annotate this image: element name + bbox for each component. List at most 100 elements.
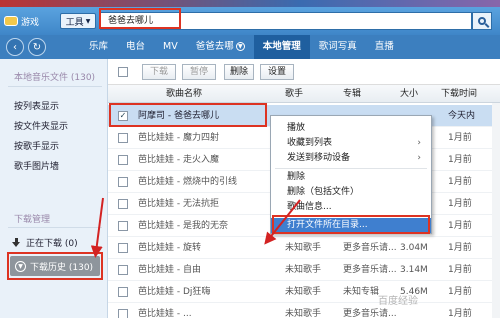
row-name: 芭比娃娃 - 走火入魔 [138, 155, 219, 165]
sidebar-item-by-folder[interactable]: 按文件夹显示 [14, 119, 68, 132]
table-header: 歌曲名称 歌手 专辑 大小 下载时间 [108, 85, 500, 103]
row-checkbox[interactable] [118, 155, 128, 165]
column-header-album[interactable]: 专辑 [343, 85, 361, 103]
tab-mv[interactable]: MV [154, 35, 187, 59]
downloading-label: 正在下载 (0) [26, 239, 78, 249]
menu-item-delete[interactable]: 删除 [271, 170, 431, 185]
select-all-checkbox[interactable] [118, 67, 128, 77]
vertical-scrollbar[interactable] [492, 103, 500, 318]
tab-live[interactable]: 直播 [366, 35, 403, 59]
back-arrow-icon: ‹ [13, 41, 17, 53]
row-singer: 未知歌手 [285, 265, 322, 275]
row-name: 芭比娃娃 - 旋转 [138, 243, 201, 253]
sidebar-item-downloading[interactable]: 正在下载 (0) [12, 236, 78, 249]
row-singer: 未知歌手 [285, 309, 322, 318]
row-time: 1月前 [448, 199, 472, 209]
row-time: 1月前 [448, 287, 472, 297]
row-singer: 未知歌手 [285, 243, 322, 253]
game-label: 游戏 [21, 17, 40, 28]
menu-item-add-to-list[interactable]: 收藏到列表 › [271, 136, 431, 151]
tools-label: 工具 [65, 17, 84, 28]
tab-lyrics-photo[interactable]: 歌词写真 [310, 35, 366, 59]
tab-local-manage[interactable]: 本地管理 [253, 35, 310, 59]
row-size: 3.14M [400, 265, 428, 275]
menu-item-song-info[interactable]: 歌曲信息... [271, 200, 431, 215]
game-button[interactable]: 游戏 [4, 12, 54, 30]
column-header-time[interactable]: 下载时间 [441, 85, 477, 103]
tab-radio[interactable]: 电台 [117, 35, 154, 59]
annotation-box-history [7, 252, 103, 280]
row-time: 1月前 [448, 309, 472, 318]
watermark: 百度经验 [378, 296, 418, 307]
row-album: 更多音乐请... [343, 243, 397, 253]
delete-button[interactable]: 删除 [224, 64, 254, 80]
sidebar-divider [8, 227, 102, 228]
top-banner [0, 0, 500, 7]
row-singer: 未知歌手 [285, 287, 322, 297]
pause-button[interactable]: 暂停 [182, 64, 216, 80]
row-time: 1月前 [448, 221, 472, 231]
row-time: 1月前 [448, 155, 472, 165]
row-time: 今天内 [448, 111, 476, 121]
table-row[interactable]: 芭比娃娃 - ... 未知歌手 更多音乐请... 1月前 [108, 303, 500, 318]
download-icon [12, 238, 21, 247]
row-checkbox[interactable] [118, 287, 128, 297]
row-checkbox[interactable] [118, 265, 128, 275]
refresh-icon: ↻ [32, 41, 42, 53]
download-button[interactable]: 下载 [142, 64, 176, 80]
sidebar-item-singer-wall[interactable]: 歌手图片墙 [14, 159, 59, 172]
sidebar-item-by-list[interactable]: 按列表显示 [14, 99, 59, 112]
menu-item-send-to-device[interactable]: 发送到移动设备 › [271, 151, 431, 166]
row-size: 3.04M [400, 243, 428, 253]
row-checkbox[interactable] [118, 309, 128, 318]
annotation-box-open-folder [272, 215, 430, 234]
row-checkbox[interactable] [118, 243, 128, 253]
caret-down-icon: ▼ [85, 17, 91, 25]
annotation-box-search [99, 8, 181, 29]
row-checkbox[interactable] [118, 133, 128, 143]
row-name: 芭比娃娃 - 是我的无奈 [138, 221, 228, 231]
row-time: 1月前 [448, 243, 472, 253]
menu-separator [275, 168, 427, 169]
table-row[interactable]: 芭比娃娃 - 自由 未知歌手 更多音乐请... 3.14M 1月前 [108, 259, 500, 281]
row-checkbox[interactable] [118, 177, 128, 187]
row-checkbox[interactable] [118, 221, 128, 231]
gamepad-icon [4, 16, 18, 26]
annotation-box-selected-row [109, 103, 267, 127]
table-row[interactable]: 芭比娃娃 - 旋转 未知歌手 更多音乐请... 3.04M 1月前 [108, 237, 500, 259]
sidebar-item-by-singer[interactable]: 按歌手显示 [14, 139, 59, 152]
sidebar-local-header: 本地音乐文件 (130) [14, 73, 96, 83]
row-time: 1月前 [448, 177, 472, 187]
menu-item-play[interactable]: 播放 [271, 121, 431, 136]
nav-tabs: 乐库 电台 MV 爸爸去哪 ▼ 本地管理 歌词写真 直播 [80, 35, 403, 59]
column-header-name[interactable]: 歌曲名称 [166, 85, 202, 103]
row-time: 1月前 [448, 265, 472, 275]
nav-bar: ‹ ↻ 乐库 电台 MV 爸爸去哪 ▼ 本地管理 歌词写真 直播 [0, 35, 500, 59]
sidebar-download-header: 下载管理 [14, 215, 51, 225]
row-name: 芭比娃娃 - 自由 [138, 265, 201, 275]
row-name: 芭比娃娃 - ... [138, 309, 192, 318]
row-album: 更多音乐请... [343, 265, 397, 275]
menu-item-delete-with-file[interactable]: 删除（包括文件） [271, 185, 431, 200]
tab-dad-where-label: 爸爸去哪 [195, 41, 234, 52]
column-header-size[interactable]: 大小 [400, 85, 418, 103]
tab-dad-where[interactable]: 爸爸去哪 ▼ [187, 35, 254, 59]
tab-library[interactable]: 乐库 [80, 35, 117, 59]
submenu-arrow-icon: › [417, 138, 421, 148]
sidebar: 本地音乐文件 (130) 按列表显示 按文件夹显示 按歌手显示 歌手图片墙 下载… [0, 59, 108, 318]
chevron-down-icon: ▼ [235, 42, 245, 51]
row-name: 芭比娃娃 - Dj狂嗨 [138, 287, 211, 297]
settings-button[interactable]: 设置 [260, 64, 294, 80]
column-header-singer[interactable]: 歌手 [285, 85, 303, 103]
refresh-button[interactable]: ↻ [28, 38, 46, 56]
toolbar: 下载 暂停 删除 设置 [108, 59, 500, 85]
top-bar: 游戏 工具 ▼ 爸爸去哪儿 [0, 7, 500, 35]
back-button[interactable]: ‹ [6, 38, 24, 56]
table-row[interactable]: 芭比娃娃 - Dj狂嗨 未知歌手 未知专辑 5.46M 1月前 [108, 281, 500, 303]
search-button[interactable] [472, 12, 492, 30]
row-name: 芭比娃娃 - 燃烧中的引线 [138, 177, 237, 187]
row-checkbox[interactable] [118, 199, 128, 209]
search-icon [478, 17, 486, 25]
tools-dropdown[interactable]: 工具 ▼ [60, 13, 96, 29]
row-name: 芭比娃娃 - 无法抗拒 [138, 199, 219, 209]
